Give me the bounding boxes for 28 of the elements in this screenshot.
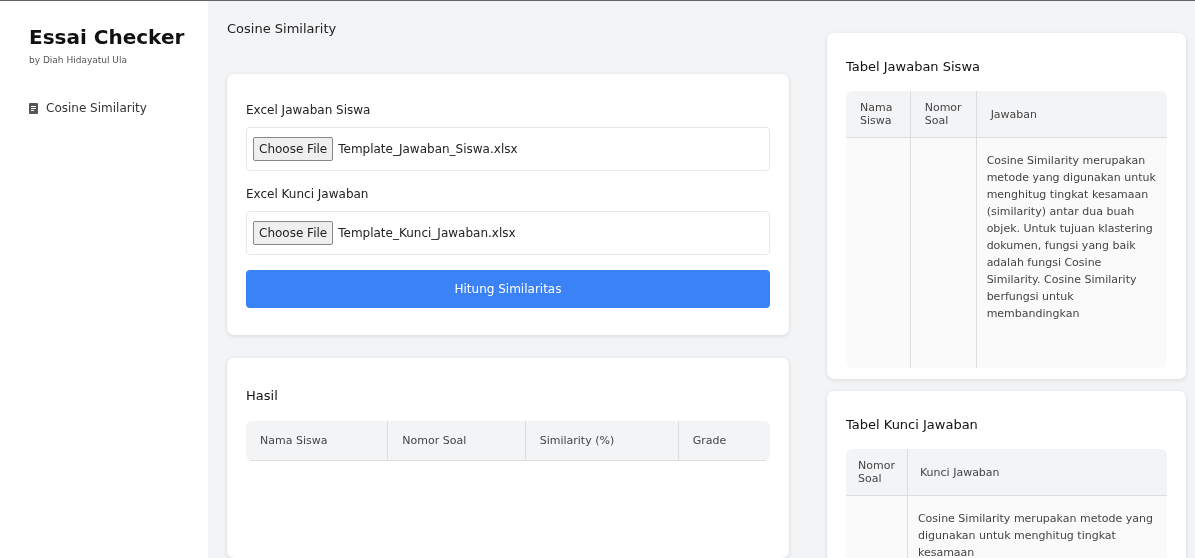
table-cell: Cosine Similarity merupakan metode yang digunakan untuk menghitug tingkat kesamaan <box>907 495 1167 558</box>
column-header: Grade <box>678 421 770 461</box>
column-header: Nama Siswa <box>846 91 911 138</box>
table-cell: Cosine Similarity merupakan metode yang digunakan untuk menghitug tingkat kesamaan (similarity) antar dua buah objek. Untuk tujuan klastering dokumen, fungsi yang baik adalah fungsi Cosine Similarity. Cosine Similarity berfungsi untuk membandingkan <box>976 137 1167 368</box>
field-label: Excel Kunci Jawaban <box>246 187 370 201</box>
choose-file-button[interactable]: Choose File <box>253 137 334 161</box>
app-title: Essai Checker <box>29 25 186 49</box>
column-header: Similarity (%) <box>525 421 679 461</box>
app-subtitle: by Diah Hidayatul Ula <box>29 55 128 65</box>
field-label: Excel Jawaban Siswa <box>246 103 372 117</box>
card-title: Hasil <box>246 388 279 403</box>
column-header: Nomor Soal <box>387 421 526 461</box>
page-title: Cosine Similarity <box>227 21 338 38</box>
card-title: Tabel Kunci Jawaban <box>846 417 979 432</box>
column-header: Nomor Soal <box>910 91 977 138</box>
choose-file-button[interactable]: Choose File <box>253 221 334 245</box>
file-input[interactable]: Choose File Template_Kunci_Jawaban.xlsx <box>246 211 770 255</box>
column-header: Kunci Jawaban <box>907 449 1167 496</box>
column-header: Nama Siswa <box>246 421 388 461</box>
card-title: Tabel Jawaban Siswa <box>846 59 981 74</box>
column-header: Jawaban <box>976 91 1167 138</box>
document-icon <box>29 102 38 114</box>
file-input[interactable]: Choose File Template_Jawaban_Siswa.xlsx <box>246 127 770 171</box>
sidebar-item[interactable]: Cosine Similarity <box>29 101 208 115</box>
file-name: Template_Jawaban_Siswa.xlsx <box>338 142 518 156</box>
file-name: Template_Kunci_Jawaban.xlsx <box>338 226 516 240</box>
calculate-button[interactable]: Hitung Similaritas <box>246 270 770 308</box>
column-header: Nomor Soal <box>846 449 908 496</box>
